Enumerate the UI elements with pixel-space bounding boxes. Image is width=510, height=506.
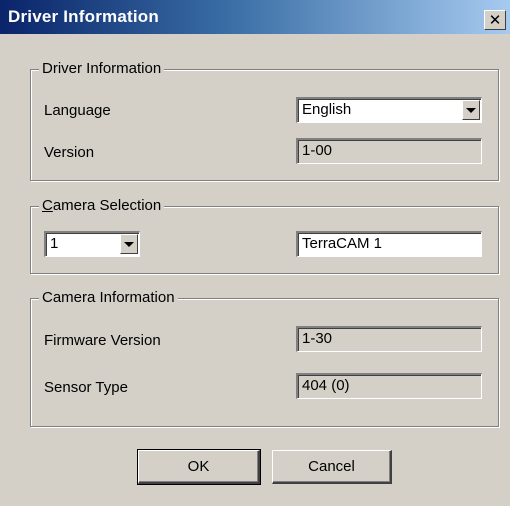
language-label: Language — [44, 102, 111, 119]
camera-name-input[interactable]: TerraCAM 1 — [296, 231, 482, 257]
version-label: Version — [44, 144, 95, 161]
ok-button[interactable]: OK — [137, 449, 261, 485]
driver-information-dialog: Driver Information ✕ Driver Information … — [0, 0, 510, 506]
firmware-version-value: 1-30 — [302, 330, 333, 347]
cancel-button[interactable]: Cancel — [272, 450, 392, 484]
driver-information-legend: Driver Information — [39, 60, 165, 78]
driver-information-group: Driver Information — [30, 60, 499, 181]
camera-selection-legend-text: amera Selection — [52, 197, 162, 214]
sensor-type-value: 404 (0) — [302, 377, 350, 394]
version-field: 1-00 — [296, 138, 482, 164]
close-icon: ✕ — [488, 11, 502, 29]
close-button[interactable]: ✕ — [484, 10, 506, 30]
firmware-version-label: Firmware Version — [44, 332, 161, 349]
sensor-type-field: 404 (0) — [296, 373, 482, 399]
camera-number-value: 1 — [50, 235, 59, 252]
sensor-type-label: Sensor Type — [44, 379, 128, 396]
language-select[interactable]: English — [296, 97, 482, 123]
chevron-down-icon — [124, 241, 134, 247]
language-dropdown-button[interactable] — [462, 100, 480, 120]
window-title: Driver Information — [8, 7, 159, 26]
chevron-down-icon — [466, 107, 476, 113]
firmware-version-field: 1-30 — [296, 326, 482, 352]
camera-information-group: Camera Information — [30, 289, 499, 427]
camera-name-value: TerraCAM 1 — [302, 235, 383, 252]
camera-information-legend: Camera Information — [39, 289, 178, 307]
version-value: 1-00 — [302, 142, 333, 159]
language-value: English — [302, 101, 352, 118]
camera-selection-accelerator: C — [42, 197, 53, 214]
camera-number-dropdown-button[interactable] — [120, 234, 138, 254]
title-bar[interactable]: Driver Information ✕ — [0, 0, 510, 34]
camera-selection-legend: Camera Selection — [39, 197, 165, 215]
camera-number-select[interactable]: 1 — [44, 231, 140, 257]
